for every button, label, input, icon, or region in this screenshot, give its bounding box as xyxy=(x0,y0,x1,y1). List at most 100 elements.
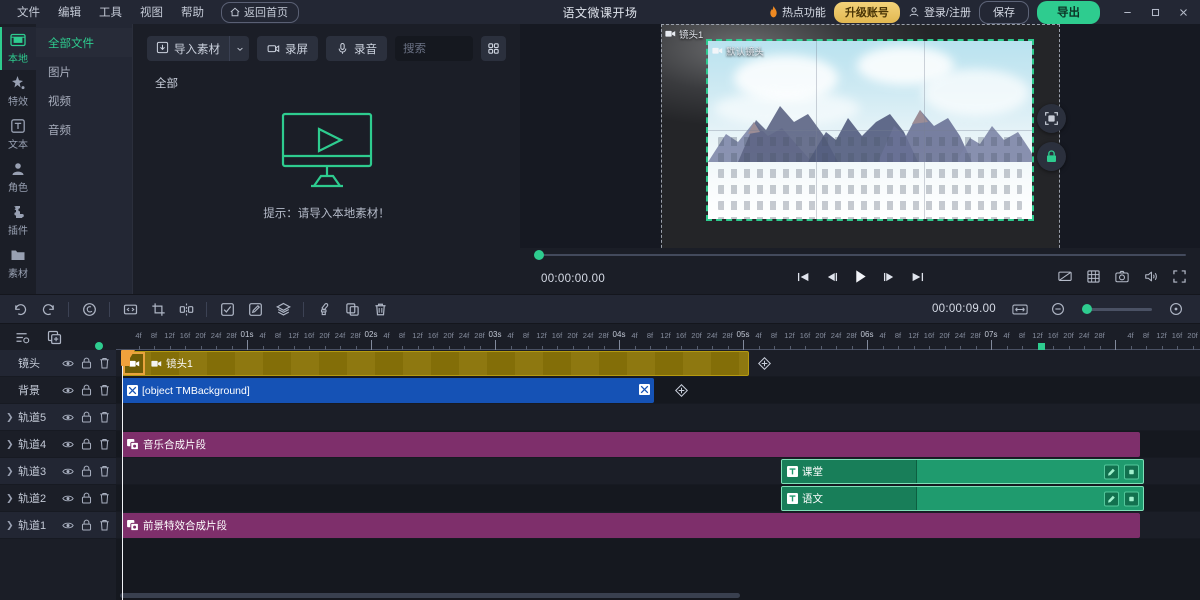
track-header-4[interactable]: ❯轨道4 xyxy=(0,431,116,458)
mask-icon[interactable] xyxy=(213,295,241,323)
timeline-lane-2[interactable]: [object TMBackground] xyxy=(116,377,1200,404)
grid-icon[interactable] xyxy=(1087,270,1100,288)
fullscreen-icon[interactable] xyxy=(1173,270,1186,288)
add-keyframe-marker[interactable] xyxy=(757,356,771,370)
subnav-all-files[interactable]: 全部文件 xyxy=(36,28,132,57)
track-header-5[interactable]: ❯轨道3 xyxy=(0,458,116,485)
delete-icon[interactable] xyxy=(99,492,110,504)
eye-icon[interactable] xyxy=(62,358,74,369)
timeline-clip[interactable]: 课堂 xyxy=(781,459,1144,484)
split-icon[interactable] xyxy=(172,295,200,323)
track-expand-chevron-icon[interactable]: ❯ xyxy=(6,466,16,477)
timeline-clip[interactable]: 语文 xyxy=(781,486,1144,511)
lock-icon[interactable] xyxy=(81,411,92,423)
export-button[interactable]: 导出 xyxy=(1037,1,1100,24)
menu-file[interactable]: 文件 xyxy=(8,1,49,23)
zoom-slider-handle[interactable] xyxy=(1082,304,1092,314)
eye-icon[interactable] xyxy=(62,439,74,450)
lock-icon[interactable] xyxy=(81,465,92,477)
snapshot-icon[interactable] xyxy=(1115,270,1129,288)
delete-icon[interactable] xyxy=(99,357,110,369)
eye-icon[interactable] xyxy=(62,466,74,477)
rail-item-plugin[interactable]: 插件 xyxy=(0,199,36,242)
preview-scrubber-handle[interactable] xyxy=(534,250,544,260)
timeline-lane-6[interactable]: 语文 xyxy=(116,485,1200,512)
clip-trim-handle[interactable] xyxy=(123,352,145,375)
track-expand-chevron-icon[interactable]: ❯ xyxy=(6,520,16,531)
grid-view-button[interactable] xyxy=(481,36,506,61)
zoom-out-icon[interactable] xyxy=(1044,295,1072,323)
lock-icon[interactable] xyxy=(81,357,92,369)
timeline-clip[interactable]: 镜头1 xyxy=(122,351,749,376)
subnav-audio[interactable]: 音频 xyxy=(36,115,132,144)
delete-icon[interactable] xyxy=(99,465,110,477)
timeline-clip[interactable]: [object TMBackground] xyxy=(122,378,654,403)
delete-icon[interactable] xyxy=(99,384,110,396)
track-settings-icon[interactable] xyxy=(8,323,36,351)
eye-icon[interactable] xyxy=(62,385,74,396)
menu-edit[interactable]: 编辑 xyxy=(49,1,90,23)
track-header-3[interactable]: ❯轨道5 xyxy=(0,404,116,431)
fit-to-frame-button[interactable] xyxy=(1037,104,1066,133)
crop-icon[interactable] xyxy=(144,295,172,323)
timeline-lane-1[interactable]: 镜头1 xyxy=(116,350,1200,377)
hot-feature-button[interactable]: 热点功能 xyxy=(769,4,826,20)
keyframe-square-icon[interactable] xyxy=(1124,491,1139,506)
close-button[interactable] xyxy=(1170,0,1196,24)
rail-item-assets[interactable]: 素材 xyxy=(0,242,36,285)
timeline-lane-7[interactable]: 前景特效合成片段 xyxy=(116,512,1200,539)
zoom-slider[interactable] xyxy=(1082,308,1152,311)
selected-object-frame[interactable]: 默认镜头 xyxy=(706,39,1034,221)
rail-item-text[interactable]: 文本 xyxy=(0,113,36,156)
delete-icon[interactable] xyxy=(99,519,110,531)
track-expand-chevron-icon[interactable]: ❯ xyxy=(6,412,16,423)
lock-button[interactable] xyxy=(1037,142,1066,171)
back-to-home-button[interactable]: 返回首页 xyxy=(221,2,299,23)
timeline-lane-4[interactable]: 音乐合成片段 xyxy=(116,431,1200,458)
minimize-button[interactable] xyxy=(1114,0,1140,24)
display-ratio-icon[interactable] xyxy=(1058,270,1072,288)
track-header-2[interactable]: 背景 xyxy=(0,377,116,404)
track-expand-chevron-icon[interactable]: ❯ xyxy=(6,439,16,450)
timeline-lanes[interactable]: 镜头1[object TMBackground] 音乐合成片段课堂语文前景特效合成… xyxy=(116,350,1200,600)
lock-icon[interactable] xyxy=(81,492,92,504)
timeline-horizontal-scrollbar[interactable] xyxy=(120,593,740,598)
track-header-7[interactable]: ❯轨道1 xyxy=(0,512,116,539)
upgrade-account-button[interactable]: 升级账号 xyxy=(834,2,900,23)
import-dropdown-arrow[interactable] xyxy=(229,36,249,61)
step-forward-icon[interactable] xyxy=(883,270,896,288)
keyframe-square-icon[interactable] xyxy=(1124,464,1139,479)
skip-end-icon[interactable] xyxy=(911,270,924,288)
delete-icon[interactable] xyxy=(99,438,110,450)
eye-icon[interactable] xyxy=(62,520,74,531)
menu-view[interactable]: 视图 xyxy=(131,1,172,23)
media-filter-label[interactable]: 全部 xyxy=(133,61,520,91)
login-register-button[interactable]: 登录/注册 xyxy=(908,4,971,20)
rail-item-character[interactable]: 角色 xyxy=(0,156,36,199)
maximize-button[interactable] xyxy=(1142,0,1168,24)
brush-icon[interactable] xyxy=(310,295,338,323)
rail-item-effects[interactable]: 特效 xyxy=(0,70,36,113)
save-button[interactable]: 保存 xyxy=(979,1,1029,24)
delete-icon[interactable] xyxy=(99,411,110,423)
lock-icon[interactable] xyxy=(81,438,92,450)
preview-scrubber-track[interactable] xyxy=(534,254,1186,256)
rail-item-local[interactable]: 本地 xyxy=(0,27,36,70)
eye-icon[interactable] xyxy=(62,412,74,423)
edit-pen-icon[interactable] xyxy=(1104,464,1119,479)
add-track-icon[interactable] xyxy=(40,323,68,351)
lock-icon[interactable] xyxy=(81,519,92,531)
track-header-6[interactable]: ❯轨道2 xyxy=(0,485,116,512)
delete-icon[interactable] xyxy=(366,295,394,323)
play-icon[interactable] xyxy=(853,269,868,289)
timeline-lane-5[interactable]: 课堂 xyxy=(116,458,1200,485)
lock-icon[interactable] xyxy=(81,384,92,396)
undo-icon[interactable] xyxy=(6,295,34,323)
volume-icon[interactable] xyxy=(1144,270,1158,288)
track-header-1[interactable]: 镜头 xyxy=(0,350,116,377)
record-screen-button[interactable]: 录屏 xyxy=(257,36,318,61)
speed-icon[interactable] xyxy=(75,295,103,323)
add-keyframe-marker[interactable] xyxy=(674,383,688,397)
edit-icon[interactable] xyxy=(241,295,269,323)
zoom-in-icon[interactable] xyxy=(1162,295,1190,323)
